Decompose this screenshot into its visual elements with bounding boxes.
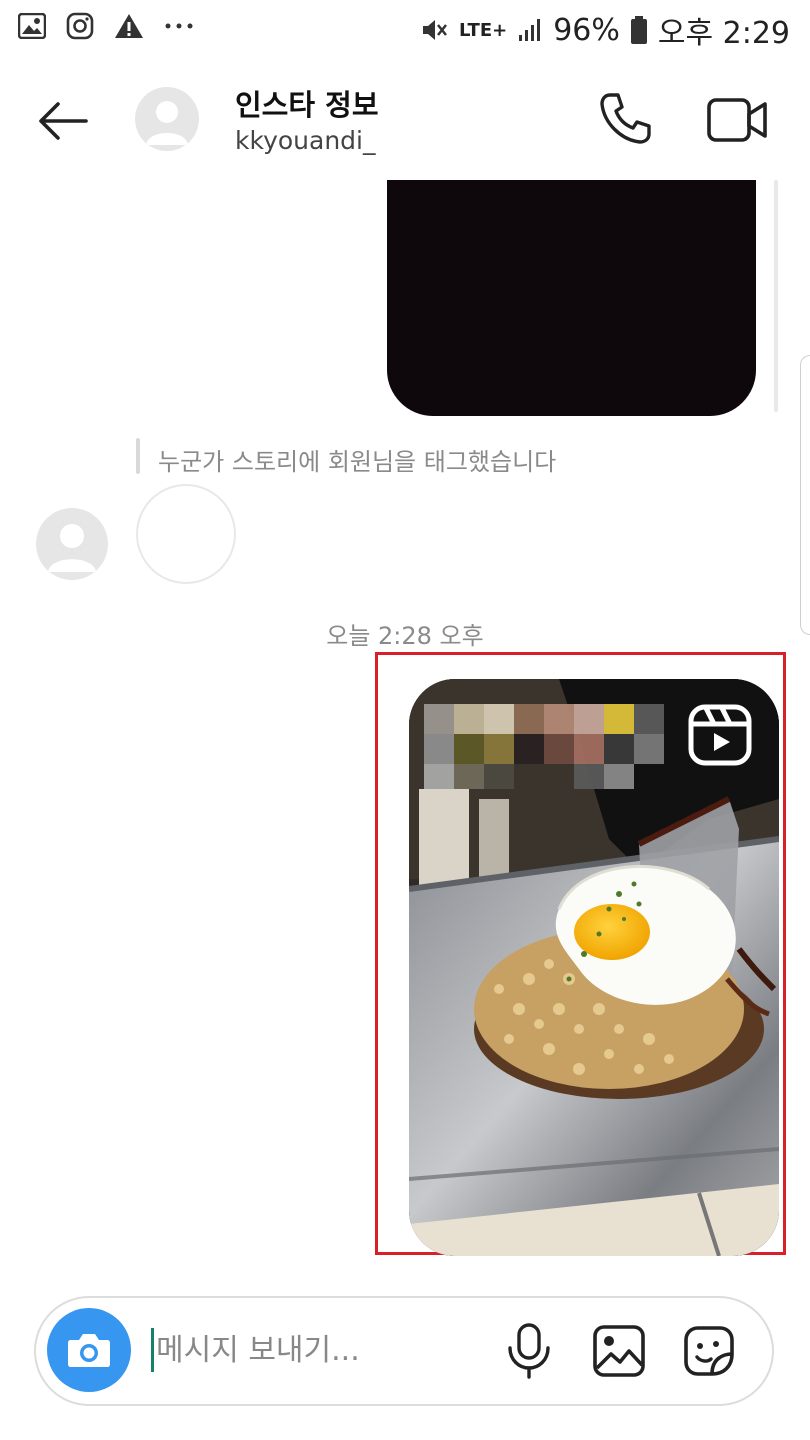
default-avatar-icon bbox=[146, 101, 188, 145]
battery-percent: 96% bbox=[553, 12, 620, 48]
chat-username[interactable]: kkyouandi_ bbox=[235, 126, 375, 155]
sticker-icon[interactable] bbox=[682, 1324, 736, 1378]
phone-call-icon[interactable] bbox=[596, 90, 654, 148]
message-timestamp: 오늘 2:28 오후 bbox=[326, 622, 484, 650]
battery-icon bbox=[630, 16, 647, 44]
status-time: 오후 2:29 bbox=[657, 16, 790, 51]
story-mention-text: 누군가 스토리에 회원님을 태그했습니다 bbox=[158, 448, 557, 476]
avatar[interactable] bbox=[135, 87, 199, 151]
gallery-icon[interactable] bbox=[592, 1324, 646, 1378]
instagram-notification-icon bbox=[66, 12, 94, 40]
story-mention-line bbox=[136, 438, 140, 474]
text-cursor bbox=[151, 1328, 154, 1372]
status-bar-system: LTE+ 96% 오후 2:29 bbox=[419, 8, 790, 52]
sender-avatar[interactable] bbox=[36, 508, 108, 580]
message-scrollbar[interactable] bbox=[774, 180, 778, 412]
video-call-icon[interactable] bbox=[706, 92, 770, 148]
story-thumbnail[interactable] bbox=[136, 484, 236, 584]
back-arrow-icon[interactable] bbox=[34, 92, 92, 150]
gallery-notification-icon bbox=[18, 13, 46, 39]
more-dots-icon bbox=[165, 23, 193, 29]
status-bar-notifications bbox=[18, 12, 194, 40]
default-avatar-icon bbox=[48, 524, 96, 572]
chat-header bbox=[0, 58, 810, 178]
camera-button[interactable] bbox=[47, 1308, 131, 1392]
mute-icon bbox=[423, 20, 448, 40]
network-label: LTE+ bbox=[459, 19, 508, 41]
microphone-icon[interactable] bbox=[505, 1322, 553, 1380]
camera-icon bbox=[68, 1334, 110, 1367]
chat-title[interactable]: 인스타 정보 bbox=[235, 82, 379, 124]
signal-icon bbox=[519, 19, 541, 41]
edge-panel-handle[interactable] bbox=[800, 355, 810, 635]
reels-icon bbox=[688, 704, 752, 766]
warning-icon bbox=[115, 14, 143, 38]
shared-media-dark[interactable] bbox=[387, 180, 756, 416]
message-input[interactable] bbox=[156, 1322, 476, 1378]
